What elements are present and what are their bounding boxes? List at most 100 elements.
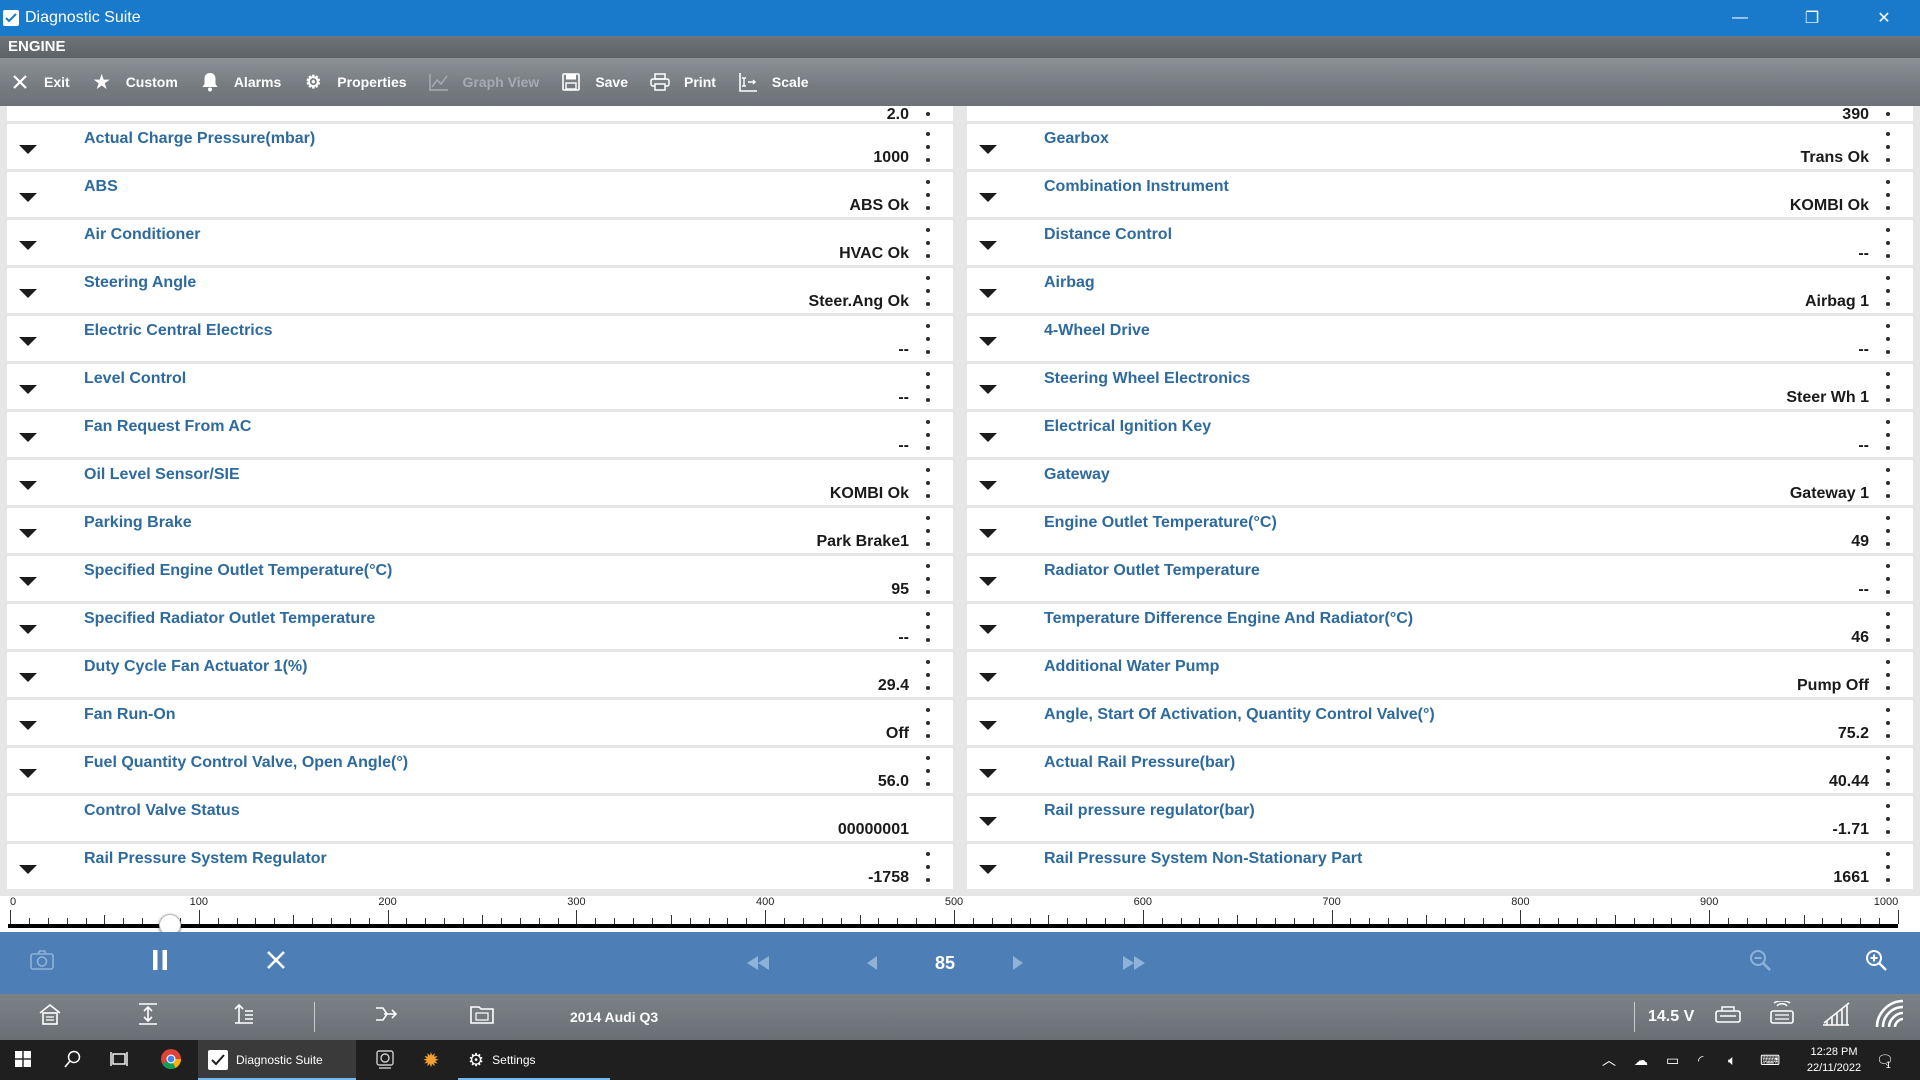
battery-tray[interactable]: ▭	[1666, 1040, 1679, 1080]
parameter-row[interactable]: Specified Radiator Outlet Temperature --	[7, 604, 953, 652]
print-button[interactable]: Print	[648, 58, 716, 106]
alarms-button[interactable]: Alarms	[198, 58, 281, 106]
more-options-icon[interactable]	[1885, 612, 1891, 642]
parameter-row[interactable]: Fan Request From AC --	[7, 412, 953, 460]
pause-button[interactable]	[140, 932, 180, 994]
parameter-row[interactable]: Parking Brake Park Brake1	[7, 508, 953, 556]
parameter-row[interactable]: Electrical Ignition Key --	[967, 412, 1913, 460]
parameter-row[interactable]: Control Valve Status 00000001	[7, 796, 953, 844]
more-options-icon[interactable]	[1885, 372, 1891, 402]
chevron-down-icon[interactable]	[19, 337, 37, 346]
chevron-down-icon[interactable]	[979, 385, 997, 394]
more-options-icon[interactable]	[925, 708, 931, 738]
system-clock[interactable]: 12:28 PM 22/11/2022	[1804, 1044, 1864, 1076]
signal-status[interactable]	[1820, 994, 1852, 1040]
chevron-down-icon[interactable]	[979, 769, 997, 778]
parameter-row[interactable]: Specified Engine Outlet Temperature(°C) 9…	[7, 556, 953, 604]
parameter-row[interactable]: Radiator Outlet Temperature --	[967, 556, 1913, 604]
scale-button[interactable]: Scale	[736, 58, 809, 106]
chevron-down-icon[interactable]	[979, 529, 997, 538]
chevron-down-icon[interactable]	[979, 337, 997, 346]
parameter-row[interactable]: Actual Rail Pressure(bar) 40.44	[967, 748, 1913, 796]
settings-taskbar-button[interactable]: ⚙ Settings	[458, 1040, 610, 1080]
parameter-row[interactable]: Fuel Quantity Control Valve, Open Angle(…	[7, 748, 953, 796]
more-options-icon[interactable]	[1885, 180, 1891, 210]
more-options-icon[interactable]	[1885, 708, 1891, 738]
notification-center-button[interactable]: 🗨︎ 1	[1876, 1040, 1894, 1080]
chevron-down-icon[interactable]	[979, 721, 997, 730]
collapse-all-button[interactable]	[230, 994, 258, 1040]
more-options-icon[interactable]	[925, 132, 931, 162]
chevron-down-icon[interactable]	[979, 433, 997, 442]
chevron-down-icon[interactable]	[19, 145, 37, 154]
parameter-row[interactable]: Electric Central Electrics --	[7, 316, 953, 364]
more-options-icon[interactable]	[1885, 276, 1891, 306]
chevron-down-icon[interactable]	[19, 385, 37, 394]
close-window-button[interactable]: ✕	[1848, 0, 1920, 36]
chevron-down-icon[interactable]	[979, 145, 997, 154]
chevron-down-icon[interactable]	[19, 529, 37, 538]
more-options-icon[interactable]	[925, 106, 931, 116]
chevron-down-icon[interactable]	[19, 769, 37, 778]
graph-view-button[interactable]: Graph View	[427, 58, 539, 106]
parameter-row[interactable]: Steering Wheel Electronics Steer Wh 1	[967, 364, 1913, 412]
chevron-down-icon[interactable]	[979, 241, 997, 250]
more-options-icon[interactable]	[1885, 804, 1891, 834]
more-options-icon[interactable]	[1885, 324, 1891, 354]
fast-forward-button[interactable]	[1114, 932, 1154, 994]
step-forward-button[interactable]	[1002, 932, 1034, 994]
more-options-icon[interactable]	[1885, 564, 1891, 594]
keyboard-tray[interactable]: ⌨	[1760, 1040, 1780, 1080]
more-options-icon[interactable]	[925, 420, 931, 450]
parameter-row[interactable]: Oil Level Sensor/SIE KOMBI Ok	[7, 460, 953, 508]
step-back-button[interactable]	[856, 932, 888, 994]
restore-button[interactable]: ❐	[1776, 0, 1848, 36]
chevron-down-icon[interactable]	[19, 577, 37, 586]
parameter-row[interactable]: Duty Cycle Fan Actuator 1(%) 29.4	[7, 652, 953, 700]
more-options-icon[interactable]	[925, 564, 931, 594]
exit-button[interactable]: Exit	[8, 58, 70, 106]
chevron-down-icon[interactable]	[979, 673, 997, 682]
task-view-button[interactable]	[96, 1040, 142, 1080]
chevron-down-icon[interactable]	[979, 817, 997, 826]
wifi-status[interactable]	[1874, 994, 1910, 1040]
expand-all-button[interactable]	[134, 994, 162, 1040]
start-button[interactable]	[0, 1040, 46, 1080]
chevron-down-icon[interactable]	[19, 289, 37, 298]
more-options-icon[interactable]	[1885, 756, 1891, 786]
chevron-down-icon[interactable]	[979, 481, 997, 490]
more-options-icon[interactable]	[925, 612, 931, 642]
more-options-icon[interactable]	[925, 228, 931, 258]
more-options-icon[interactable]	[1885, 660, 1891, 690]
parameter-row[interactable]: Angle, Start Of Activation, Quantity Con…	[967, 700, 1913, 748]
save-button[interactable]: Save	[559, 58, 628, 106]
export-button[interactable]	[372, 994, 400, 1040]
more-options-icon[interactable]	[925, 756, 931, 786]
more-options-icon[interactable]	[1885, 132, 1891, 162]
chevron-down-icon[interactable]	[19, 721, 37, 730]
more-options-icon[interactable]	[925, 516, 931, 546]
more-options-icon[interactable]	[925, 468, 931, 498]
parameter-row[interactable]: Distance Control --	[967, 220, 1913, 268]
chevron-down-icon[interactable]	[19, 625, 37, 634]
more-options-icon[interactable]	[925, 180, 931, 210]
parameter-row[interactable]: Rail pressure regulator(bar) -1.71	[967, 796, 1913, 844]
more-options-icon[interactable]	[925, 276, 931, 306]
parameter-row[interactable]: Air Conditioner HVAC Ok	[7, 220, 953, 268]
parameter-row[interactable]: Gearbox Trans Ok	[967, 124, 1913, 172]
stop-button[interactable]	[256, 932, 296, 994]
chrome-taskbar-button[interactable]	[148, 1040, 194, 1080]
more-options-icon[interactable]	[925, 324, 931, 354]
tool-taskbar-button[interactable]	[362, 1040, 408, 1080]
more-options-icon[interactable]	[1885, 228, 1891, 258]
more-options-icon[interactable]	[1885, 516, 1891, 546]
rewind-button[interactable]	[738, 932, 778, 994]
vci-status[interactable]	[1712, 994, 1744, 1040]
more-options-icon[interactable]	[925, 372, 931, 402]
parameter-row[interactable]: 4-Wheel Drive --	[967, 316, 1913, 364]
parameter-row[interactable]: Airbag Airbag 1	[967, 268, 1913, 316]
chevron-down-icon[interactable]	[19, 433, 37, 442]
more-options-icon[interactable]	[1885, 420, 1891, 450]
parameter-row[interactable]: Engine Outlet Temperature(°C) 49	[967, 508, 1913, 556]
diagnostic-suite-taskbar-button[interactable]: Diagnostic Suite	[198, 1040, 356, 1080]
